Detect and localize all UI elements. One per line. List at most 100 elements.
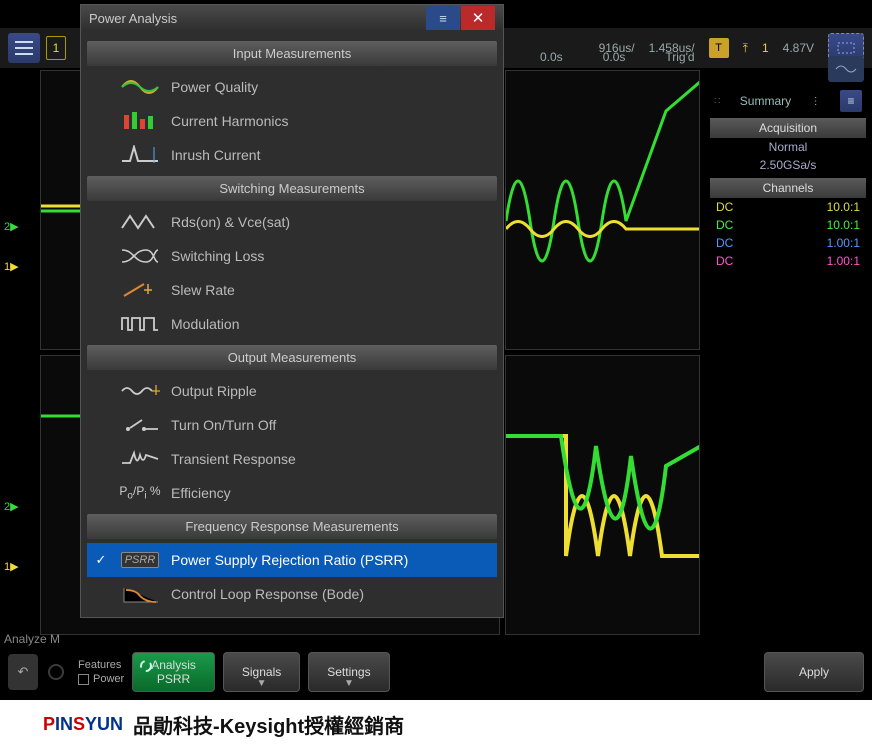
item-turn-on-off[interactable]: Turn On/Turn Off bbox=[87, 408, 497, 442]
ch2-ground-marker-b: 2▶ bbox=[4, 500, 19, 513]
item-label: Efficiency bbox=[171, 485, 491, 501]
item-modulation[interactable]: Modulation bbox=[87, 307, 497, 341]
switch-icon bbox=[119, 414, 161, 436]
analysis-label: Analysis bbox=[151, 658, 196, 672]
section-output-measurements: Output Measurements bbox=[87, 345, 497, 370]
dialog-titlebar[interactable]: Power Analysis ≡ ✕ bbox=[81, 5, 503, 31]
ripple-icon bbox=[119, 380, 161, 402]
item-label: Control Loop Response (Bode) bbox=[171, 586, 491, 602]
channel-row: DC10.0:1 bbox=[710, 198, 866, 216]
bar-chart-icon bbox=[119, 110, 161, 132]
section-input-measurements: Input Measurements bbox=[87, 41, 497, 66]
item-label: Power Supply Rejection Ratio (PSRR) bbox=[171, 552, 491, 568]
hamburger-icon bbox=[15, 41, 33, 55]
sample-rate: 2.50GSa/s bbox=[710, 156, 866, 174]
features-label: Features bbox=[78, 659, 124, 671]
analysis-button[interactable]: Analysis PSRR bbox=[132, 652, 215, 692]
item-inrush-current[interactable]: Inrush Current bbox=[87, 138, 497, 172]
item-label: Rds(on) & Vce(sat) bbox=[171, 214, 491, 230]
channel-row: DC1.00:1 bbox=[710, 252, 866, 270]
item-label: Current Harmonics bbox=[171, 113, 491, 129]
trigger-edge-icon: ⤒ bbox=[743, 41, 748, 56]
spinner-icon bbox=[139, 659, 153, 673]
item-slew-rate[interactable]: Slew Rate bbox=[87, 273, 497, 307]
item-label: Modulation bbox=[171, 316, 491, 332]
delay-readouts: 0.0s 0.0s Trig'd bbox=[540, 50, 695, 64]
bottom-toolbar: ↶ Features Power Analysis PSRR Signals ▼… bbox=[0, 648, 872, 696]
waveform-pane-2[interactable] bbox=[505, 70, 700, 350]
transient-icon bbox=[119, 448, 161, 470]
item-output-ripple[interactable]: Output Ripple bbox=[87, 374, 497, 408]
menu-button[interactable] bbox=[8, 33, 40, 63]
delay-1: 0.0s bbox=[540, 50, 563, 64]
slew-icon bbox=[119, 279, 161, 301]
signals-label: Signals bbox=[242, 665, 281, 679]
channel-row: DC1.00:1 bbox=[710, 234, 866, 252]
power-label: Power bbox=[93, 673, 124, 685]
features-group: Features Power bbox=[78, 659, 124, 685]
oscilloscope-screen: 1 916us/ 1.458us/ T ⤒ 1 4.87V 0.0s 0.0s … bbox=[0, 0, 872, 700]
acquisition-header[interactable]: Acquisition bbox=[710, 118, 866, 138]
ch2-ground-marker: 2▶ bbox=[4, 220, 19, 233]
channels-header[interactable]: Channels bbox=[710, 178, 866, 198]
channel-row: DC10.0:1 bbox=[710, 216, 866, 234]
dots-icon: ∷ bbox=[714, 96, 720, 107]
inrush-icon bbox=[119, 144, 161, 166]
trigger-status: Trig'd bbox=[665, 50, 694, 64]
channel-1-badge[interactable]: 1 bbox=[46, 36, 66, 60]
analysis-sub-label: PSRR bbox=[157, 672, 190, 686]
delay-2: 0.0s bbox=[603, 50, 626, 64]
efficiency-icon: Po/Pi % bbox=[119, 482, 161, 504]
summary-menu-button[interactable]: ≡ bbox=[840, 90, 862, 112]
item-psrr[interactable]: ✓ PSRR Power Supply Rejection Ratio (PSR… bbox=[87, 543, 497, 577]
brand-footer: PINSYUN 品勛科技-Keysight授權經銷商 bbox=[0, 703, 872, 745]
dialog-menu-button[interactable]: ≡ bbox=[426, 6, 460, 30]
apply-label: Apply bbox=[799, 665, 829, 679]
settings-button[interactable]: Settings ▼ bbox=[308, 652, 389, 692]
apply-button[interactable]: Apply bbox=[764, 652, 864, 692]
bode-icon bbox=[119, 583, 161, 605]
item-transient-response[interactable]: Transient Response bbox=[87, 442, 497, 476]
item-rds-vce[interactable]: Rds(on) & Vce(sat) bbox=[87, 205, 497, 239]
waveform-mode-button[interactable] bbox=[828, 56, 864, 82]
item-power-quality[interactable]: Power Quality bbox=[87, 70, 497, 104]
check-icon: ✓ bbox=[93, 552, 109, 568]
summary-title: Summary bbox=[740, 94, 791, 108]
item-switching-loss[interactable]: Switching Loss bbox=[87, 239, 497, 273]
waveform-2 bbox=[506, 71, 700, 350]
waveform-4 bbox=[506, 356, 700, 635]
item-efficiency[interactable]: Po/Pi % Efficiency bbox=[87, 476, 497, 510]
pulse-train-icon bbox=[119, 313, 161, 335]
signals-button[interactable]: Signals ▼ bbox=[223, 652, 300, 692]
ch1-ground-marker: 1▶ bbox=[4, 260, 19, 273]
psrr-badge-icon: PSRR bbox=[121, 552, 160, 568]
summary-dots-icon[interactable]: ⋮ bbox=[811, 96, 821, 107]
item-label: Power Quality bbox=[171, 79, 491, 95]
trigger-channel: 1 bbox=[762, 41, 769, 55]
item-current-harmonics[interactable]: Current Harmonics bbox=[87, 104, 497, 138]
trigger-level: 4.87V bbox=[783, 41, 814, 55]
item-label: Transient Response bbox=[171, 451, 491, 467]
dialog-close-button[interactable]: ✕ bbox=[461, 6, 495, 30]
chevron-down-icon: ▼ bbox=[257, 678, 267, 689]
waveform-pane-4[interactable] bbox=[505, 355, 700, 635]
wave-mode-icon bbox=[835, 62, 857, 76]
dialog-title: Power Analysis bbox=[89, 11, 177, 26]
power-analysis-dialog: Power Analysis ≡ ✕ Input Measurements Po… bbox=[80, 4, 504, 618]
summary-panel: ∷ Summary ⋮ ≡ Acquisition Normal 2.50GSa… bbox=[710, 88, 866, 270]
trigger-badge[interactable]: T bbox=[709, 38, 729, 58]
brand-tagline: 品勛科技-Keysight授權經銷商 bbox=[133, 710, 404, 739]
item-label: Inrush Current bbox=[171, 147, 491, 163]
item-label: Output Ripple bbox=[171, 383, 491, 399]
chevron-down-icon: ▼ bbox=[344, 678, 354, 689]
section-switching-measurements: Switching Measurements bbox=[87, 176, 497, 201]
ch1-ground-marker-b: 1▶ bbox=[4, 560, 19, 573]
power-checkbox[interactable]: Power bbox=[78, 673, 124, 685]
section-frequency-response: Frequency Response Measurements bbox=[87, 514, 497, 539]
item-bode[interactable]: Control Loop Response (Bode) bbox=[87, 577, 497, 611]
acquisition-mode: Normal bbox=[710, 138, 866, 156]
back-button[interactable]: ↶ bbox=[8, 654, 38, 690]
item-label: Slew Rate bbox=[171, 282, 491, 298]
refresh-icon bbox=[46, 662, 66, 682]
triangle-wave-icon bbox=[119, 211, 161, 233]
